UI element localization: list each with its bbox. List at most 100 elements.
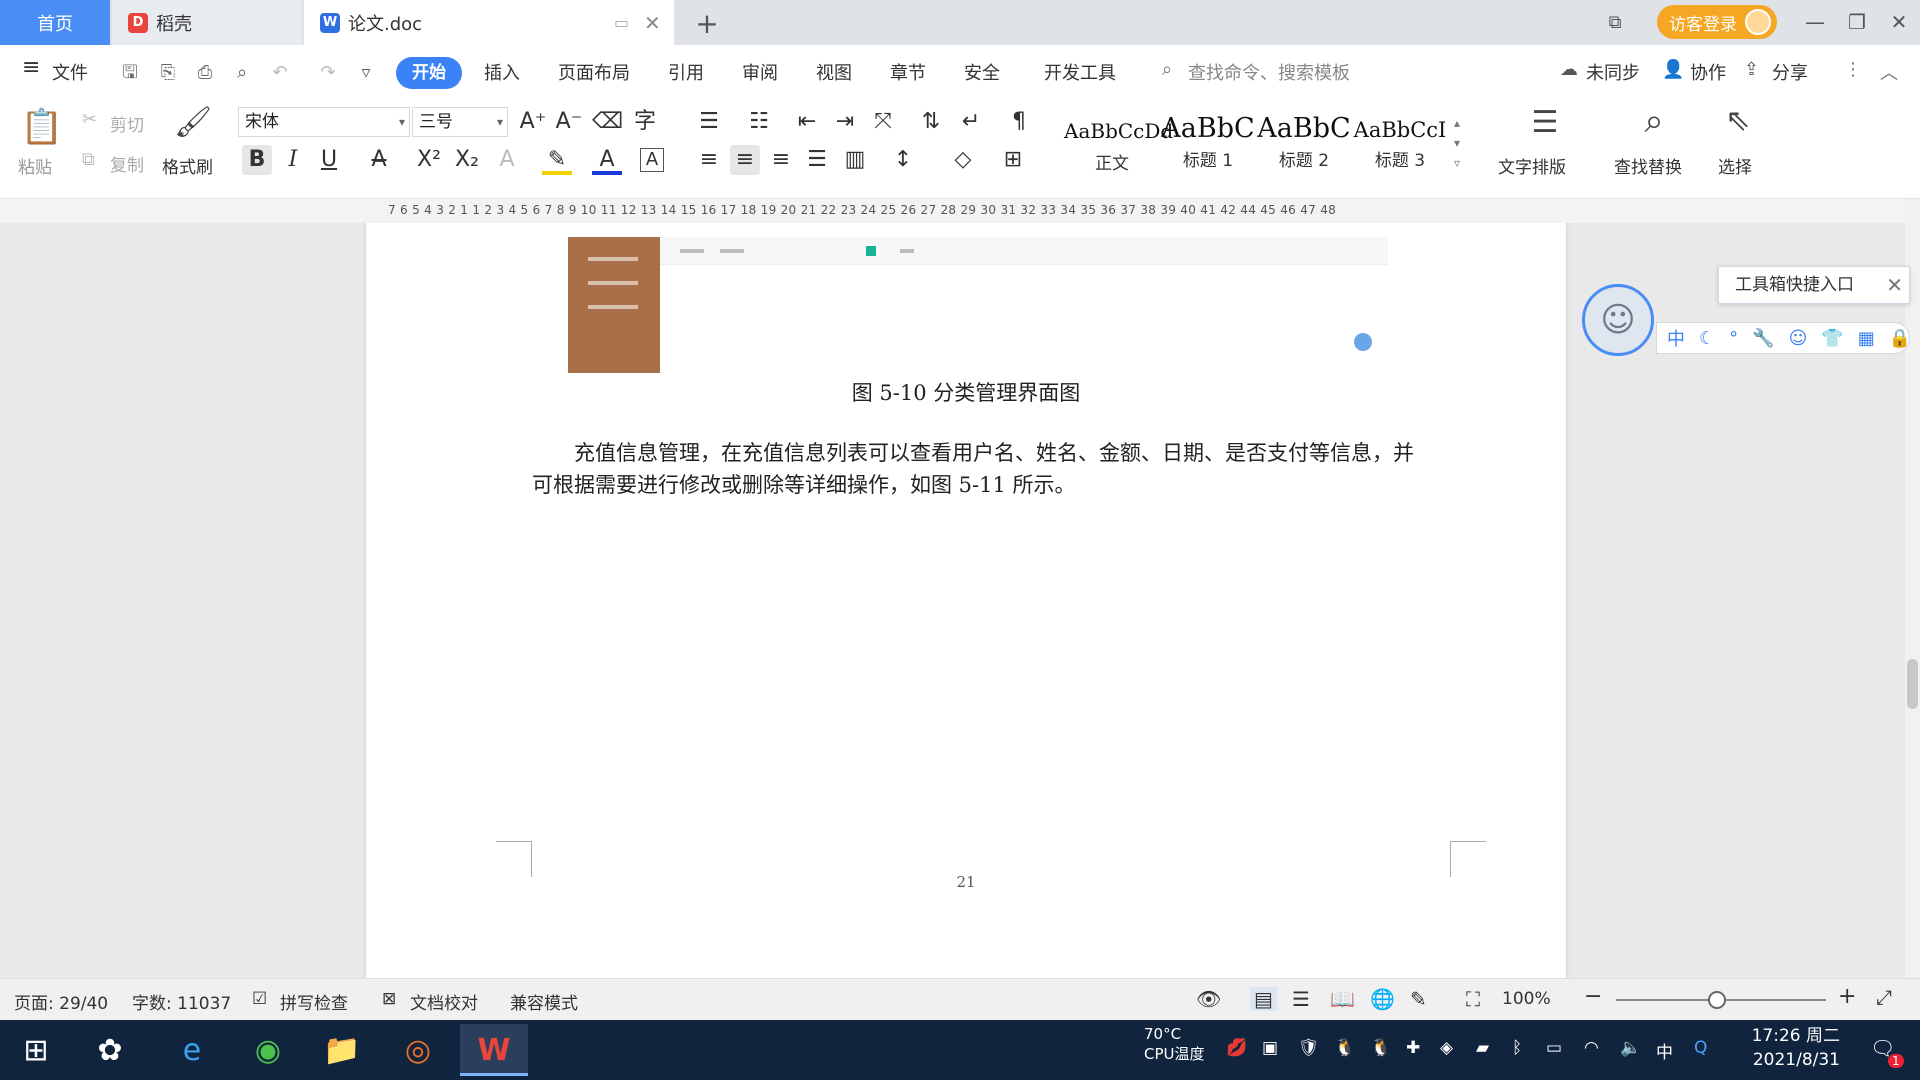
tray-blue-app-icon[interactable]: ◈ — [1440, 1038, 1453, 1058]
style-heading-2[interactable]: AaBbC 标题 2 — [1256, 113, 1352, 193]
tray-search-q-icon[interactable]: Q — [1694, 1038, 1707, 1058]
font-grow-icon[interactable]: A⁺ — [518, 107, 548, 137]
increase-indent-icon[interactable]: ⇥ — [830, 107, 860, 137]
skin-shirt-icon[interactable]: 👕 — [1821, 328, 1843, 349]
paste-icon[interactable]: 📋 — [18, 107, 66, 147]
highlight-icon[interactable]: ✎ — [542, 145, 572, 175]
tray-volume-icon[interactable]: 🔈 — [1620, 1038, 1641, 1058]
system-clock[interactable]: 17:26 周二 2021/8/31 — [1748, 1024, 1840, 1072]
strikethrough-icon[interactable]: A — [364, 145, 394, 175]
text-effect-icon[interactable]: A — [492, 145, 522, 175]
restore-icon[interactable]: ❐ — [1842, 8, 1872, 36]
grid-apps-icon[interactable]: ▦ — [1858, 328, 1875, 349]
moon-icon[interactable]: ☾ — [1699, 328, 1715, 349]
assistant-toolbar[interactable]: 中 ☾ ° 🔧 ☺ 👕 ▦ 🔒 — [1656, 322, 1911, 354]
tray-wifi-icon[interactable]: ◠ — [1584, 1038, 1599, 1058]
menu-view[interactable]: 视图 — [816, 59, 852, 85]
select-button[interactable]: 选择 — [1718, 153, 1752, 178]
tray-qq-icon[interactable]: 🐧 — [1334, 1038, 1355, 1058]
superscript-icon[interactable]: X² — [414, 145, 444, 175]
char-border-icon[interactable]: A — [640, 148, 664, 172]
tray-shield-icon[interactable]: 🛡 — [1298, 1038, 1320, 1058]
hamburger-icon[interactable]: ≡ — [22, 55, 40, 80]
numbered-list-icon[interactable]: ☷ — [744, 107, 774, 137]
menu-developer[interactable]: 开发工具 — [1044, 59, 1116, 85]
distributed-align-icon[interactable]: ▥ — [840, 145, 870, 175]
zoom-slider-knob[interactable] — [1708, 991, 1726, 1009]
tray-ime-indicator[interactable]: 中 — [1656, 1038, 1673, 1063]
tray-lips-icon[interactable]: 💋 — [1226, 1038, 1247, 1058]
select-cursor-icon[interactable]: ⇖ — [1718, 103, 1758, 138]
window-layout-icon[interactable]: ⧉ — [1600, 8, 1630, 36]
text-layout-icon[interactable]: ☰ — [1500, 105, 1590, 140]
paste-button[interactable]: 粘贴 — [18, 153, 52, 178]
horizontal-ruler[interactable]: 7 6 5 4 3 2 1 1 2 3 4 5 6 7 8 9 10 11 12… — [0, 199, 1920, 223]
more-options-icon[interactable]: ⋮ — [1844, 59, 1862, 80]
line-break-icon[interactable]: ↵ — [956, 107, 986, 137]
tray-qq-2-icon[interactable]: 🐧 — [1370, 1038, 1391, 1058]
zoom-in-icon[interactable]: + — [1838, 984, 1856, 1009]
menu-references[interactable]: 引用 — [668, 59, 704, 85]
font-color-icon[interactable]: A — [592, 145, 622, 175]
style-heading-1[interactable]: AaBbC 标题 1 — [1160, 113, 1256, 193]
word-count[interactable]: 字数: 11037 — [132, 989, 231, 1014]
wrench-icon[interactable]: 🔧 — [1752, 328, 1774, 349]
italic-icon[interactable]: I — [278, 145, 308, 175]
menu-page-layout[interactable]: 页面布局 — [558, 59, 630, 85]
figure-image[interactable] — [568, 237, 1388, 373]
web-view-icon[interactable]: 🌐 — [1370, 987, 1395, 1011]
tab-home[interactable]: 首页 — [0, 0, 110, 45]
reading-view-icon[interactable]: 📖 — [1330, 987, 1355, 1011]
export-icon[interactable]: ⎘ — [156, 61, 180, 85]
command-search-input[interactable]: 查找命令、搜索模板 — [1188, 59, 1350, 85]
align-right-icon[interactable]: ≡ — [766, 145, 796, 175]
font-name-select[interactable]: 宋体 — [238, 107, 410, 137]
borders-icon[interactable]: ⊞ — [998, 145, 1028, 175]
menu-review[interactable]: 审阅 — [742, 59, 778, 85]
wps-writer-icon[interactable]: W — [460, 1024, 528, 1076]
save-icon[interactable]: 🖫 — [118, 61, 142, 85]
line-spacing-icon[interactable]: ↕ — [888, 145, 918, 175]
align-center-icon[interactable]: ≡ — [730, 145, 760, 175]
menu-chapter[interactable]: 章节 — [890, 59, 926, 85]
punctuation-icon[interactable]: ° — [1729, 328, 1738, 349]
cut-button[interactable]: 剪切 — [110, 111, 144, 136]
lock-icon[interactable]: 🔒 — [1889, 328, 1911, 349]
assistant-avatar-icon[interactable]: ☺ — [1582, 284, 1654, 356]
tray-battery-icon[interactable]: ▭ — [1546, 1038, 1562, 1058]
doc-proof-button[interactable]: 文档校对 — [410, 989, 478, 1014]
style-scroll-icon[interactable]: ▴ ▾ ▿ — [1454, 113, 1460, 173]
show-marks-icon[interactable]: ¶ — [1004, 107, 1034, 137]
undo-icon[interactable]: ↶ — [268, 61, 292, 85]
eye-protect-icon[interactable]: 👁 — [1196, 987, 1221, 1011]
align-left-icon[interactable]: ≡ — [694, 145, 724, 175]
print-icon[interactable]: ⎙ — [193, 61, 217, 85]
shading-icon[interactable]: ◇ — [948, 145, 978, 175]
file-explorer-icon[interactable]: 📁 — [308, 1024, 376, 1076]
outline-view-icon[interactable]: ☰ — [1292, 987, 1310, 1011]
find-replace-button[interactable]: 查找替换 — [1614, 153, 1682, 178]
menu-security[interactable]: 安全 — [964, 59, 1000, 85]
decrease-indent-icon[interactable]: ⇤ — [792, 107, 822, 137]
browser-green-icon[interactable]: ◉ — [234, 1024, 302, 1076]
justify-icon[interactable]: ☰ — [802, 145, 832, 175]
collaborate-button[interactable]: 协作 — [1690, 59, 1726, 85]
toolbox-close-icon[interactable]: ✕ — [1886, 267, 1903, 303]
tray-green-plus-icon[interactable]: ✚ — [1406, 1038, 1420, 1058]
toolbox-shortcut-popup[interactable]: 工具箱快捷入口 ✕ — [1718, 266, 1910, 304]
phonetic-guide-icon[interactable]: 字 — [630, 107, 660, 137]
tray-network-app-icon[interactable]: ▣ — [1262, 1038, 1278, 1058]
menu-insert[interactable]: 插入 — [484, 59, 520, 85]
find-replace-icon[interactable]: ⌕ — [1610, 101, 1698, 141]
close-window-icon[interactable]: ✕ — [1884, 8, 1914, 36]
bold-icon[interactable]: B — [242, 145, 272, 175]
sync-status-button[interactable]: 未同步 — [1586, 59, 1640, 85]
tab-window-icon[interactable]: ▭ — [614, 13, 629, 32]
tray-bluetooth-icon[interactable]: ᛒ — [1512, 1038, 1522, 1058]
zoom-level-select[interactable]: 100% — [1502, 989, 1551, 1009]
document-page[interactable]: 图 5-10 分类管理界面图 充值信息管理，在充值信息列表可以查看用户名、姓名、… — [366, 223, 1566, 978]
menu-file[interactable]: 文件 — [52, 59, 88, 85]
tab-document[interactable]: W 论文.doc ▭ ✕ — [304, 0, 674, 45]
text-layout-button[interactable]: 文字排版 — [1498, 153, 1566, 178]
subscript-icon[interactable]: X₂ — [452, 145, 482, 175]
